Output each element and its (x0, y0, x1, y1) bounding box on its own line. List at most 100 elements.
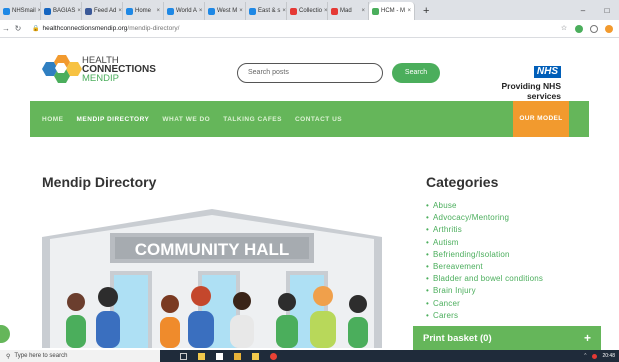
tab-favicon-icon (372, 7, 379, 15)
tab-label: World A (176, 8, 197, 14)
tab-strip: NHSmail × BAGIAS × Feed Ad × Home × World A × West… (0, 2, 415, 20)
tab-label: West M (217, 8, 238, 14)
nav-what-we-do[interactable]: WHAT WE DO (162, 116, 210, 123)
browser-tab[interactable]: West M × (205, 2, 246, 20)
taskbar-apps (180, 352, 277, 360)
side-feedback-icon[interactable] (0, 325, 10, 343)
tab-favicon-icon (44, 7, 51, 15)
community-hall-illustration: COMMUNITY HALL (42, 207, 382, 348)
tab-favicon-icon (290, 7, 297, 15)
search-icon: ⚲ (6, 353, 11, 360)
tab-label: Feed Ad (94, 8, 117, 14)
task-view-icon[interactable] (180, 352, 187, 360)
print-basket-label: Print basket (0) (423, 332, 492, 344)
nav-our-model[interactable]: OUR MODEL (513, 101, 569, 137)
briefcase-icon[interactable] (252, 352, 259, 360)
close-tab-icon[interactable]: × (118, 8, 122, 14)
notification-icon[interactable] (592, 353, 598, 359)
folder-icon[interactable] (234, 352, 241, 360)
chrome-icon[interactable] (270, 352, 277, 360)
close-tab-icon[interactable]: × (199, 8, 203, 14)
tab-label: HCM - M (381, 8, 405, 14)
search-button[interactable]: Search (392, 63, 440, 83)
page-title: Mendip Directory (42, 174, 157, 190)
categories-title: Categories (426, 174, 499, 190)
browser-tab[interactable]: World A × (164, 2, 205, 20)
tab-favicon-icon (85, 7, 92, 15)
browser-tab[interactable]: Collectio × (287, 2, 328, 20)
star-icon[interactable]: ☆ (560, 25, 568, 33)
close-tab-icon[interactable]: × (407, 8, 411, 14)
close-tab-icon[interactable]: × (77, 8, 81, 14)
browser-tab[interactable]: NHSmail × (0, 2, 41, 20)
extension-icon[interactable] (590, 24, 598, 33)
category-link[interactable]: Befriending/Isolation (426, 249, 543, 261)
browser-tab[interactable]: East & s × (246, 2, 287, 20)
extension-icon[interactable] (575, 24, 583, 33)
window-controls: – □ (571, 0, 619, 20)
categories-list: AbuseAdvocacy/MentoringArthritisAutismBe… (426, 200, 543, 322)
taskbar-search-placeholder: Type here to search (14, 353, 68, 359)
category-link[interactable]: Brain Injury (426, 285, 543, 297)
close-tab-icon[interactable]: × (239, 8, 243, 14)
category-link[interactable]: Arthritis (426, 224, 543, 236)
tab-favicon-icon (249, 7, 256, 15)
tab-label: East & s (258, 8, 281, 14)
tab-favicon-icon (167, 7, 174, 15)
nhs-tagline: Providing NHS services (501, 81, 561, 101)
nav-talking-cafes[interactable]: TALKING CAFES (223, 116, 282, 123)
logo-text: HEALTH CONNECTIONS MENDIP (82, 55, 156, 83)
category-link[interactable]: Autism (426, 237, 543, 249)
minimize-icon[interactable]: – (571, 6, 595, 15)
forward-icon[interactable]: → (0, 24, 12, 33)
category-link[interactable]: Abuse (426, 200, 543, 212)
os-taskbar: ⚲ Type here to search ⌃ 20:48 (0, 350, 619, 362)
category-link[interactable]: Bereavement (426, 261, 543, 273)
main-nav: HOME MENDIP DIRECTORY WHAT WE DO TALKING… (30, 101, 589, 137)
tab-label: Mad (340, 8, 352, 14)
category-link[interactable]: Advocacy/Mentoring (426, 212, 543, 224)
category-link[interactable]: Cancer (426, 298, 543, 310)
print-basket-bar[interactable]: Print basket (0) + (413, 326, 601, 350)
new-tab-button[interactable]: + (415, 2, 437, 20)
address-bar-icons: ☆ (560, 24, 619, 33)
browser-tab[interactable]: BAGIAS × (41, 2, 82, 20)
site-header: HEALTH CONNECTIONS MENDIP Search posts S… (0, 39, 619, 101)
logo-hexagons-icon (40, 53, 82, 85)
browser-tab-bar: NHSmail × BAGIAS × Feed Ad × Home × World A × West… (0, 0, 619, 20)
profile-avatar-icon[interactable] (605, 24, 613, 33)
nhs-branding: NHS Providing NHS services (466, 61, 561, 101)
tab-label: BAGIAS (53, 8, 76, 14)
file-explorer-icon[interactable] (198, 352, 205, 360)
category-link[interactable]: Bladder and bowel conditions (426, 273, 543, 285)
clock-time[interactable]: 20:48 (602, 353, 615, 359)
site-logo[interactable]: HEALTH CONNECTIONS MENDIP (40, 53, 156, 85)
system-tray: ⌃ 20:48 (583, 353, 619, 359)
tray-up-icon[interactable]: ⌃ (583, 353, 587, 359)
close-tab-icon[interactable]: × (282, 8, 286, 14)
nav-mendip-directory[interactable]: MENDIP DIRECTORY (77, 116, 150, 123)
taskbar-search-input[interactable]: ⚲ Type here to search (0, 350, 160, 362)
tab-label: Collectio (299, 8, 323, 14)
browser-tab[interactable]: HCM - M × (369, 2, 415, 20)
hall-sign-text: COMMUNITY HALL (135, 240, 290, 259)
close-tab-icon[interactable]: × (156, 8, 160, 14)
reload-icon[interactable]: ↻ (12, 24, 24, 33)
restore-icon[interactable]: □ (595, 6, 619, 15)
browser-tab[interactable]: Mad × (328, 2, 369, 20)
expand-plus-icon[interactable]: + (584, 331, 591, 345)
url-field[interactable]: 🔒 healthconnectionsmendip.org/mendip-dir… (32, 25, 179, 32)
lock-icon: 🔒 (32, 26, 40, 32)
category-link[interactable]: Carers (426, 310, 543, 322)
tab-label: NHSmail (12, 8, 36, 14)
close-tab-icon[interactable]: × (361, 8, 365, 14)
browser-tab[interactable]: Home × (123, 2, 164, 20)
nav-home[interactable]: HOME (42, 116, 64, 123)
mail-icon[interactable] (216, 352, 223, 360)
tab-favicon-icon (126, 7, 133, 15)
tab-favicon-icon (3, 7, 10, 15)
close-tab-icon[interactable]: × (324, 8, 327, 14)
nav-contact-us[interactable]: CONTACT US (295, 116, 342, 123)
search-input[interactable]: Search posts (237, 63, 383, 83)
browser-tab[interactable]: Feed Ad × (82, 2, 123, 20)
